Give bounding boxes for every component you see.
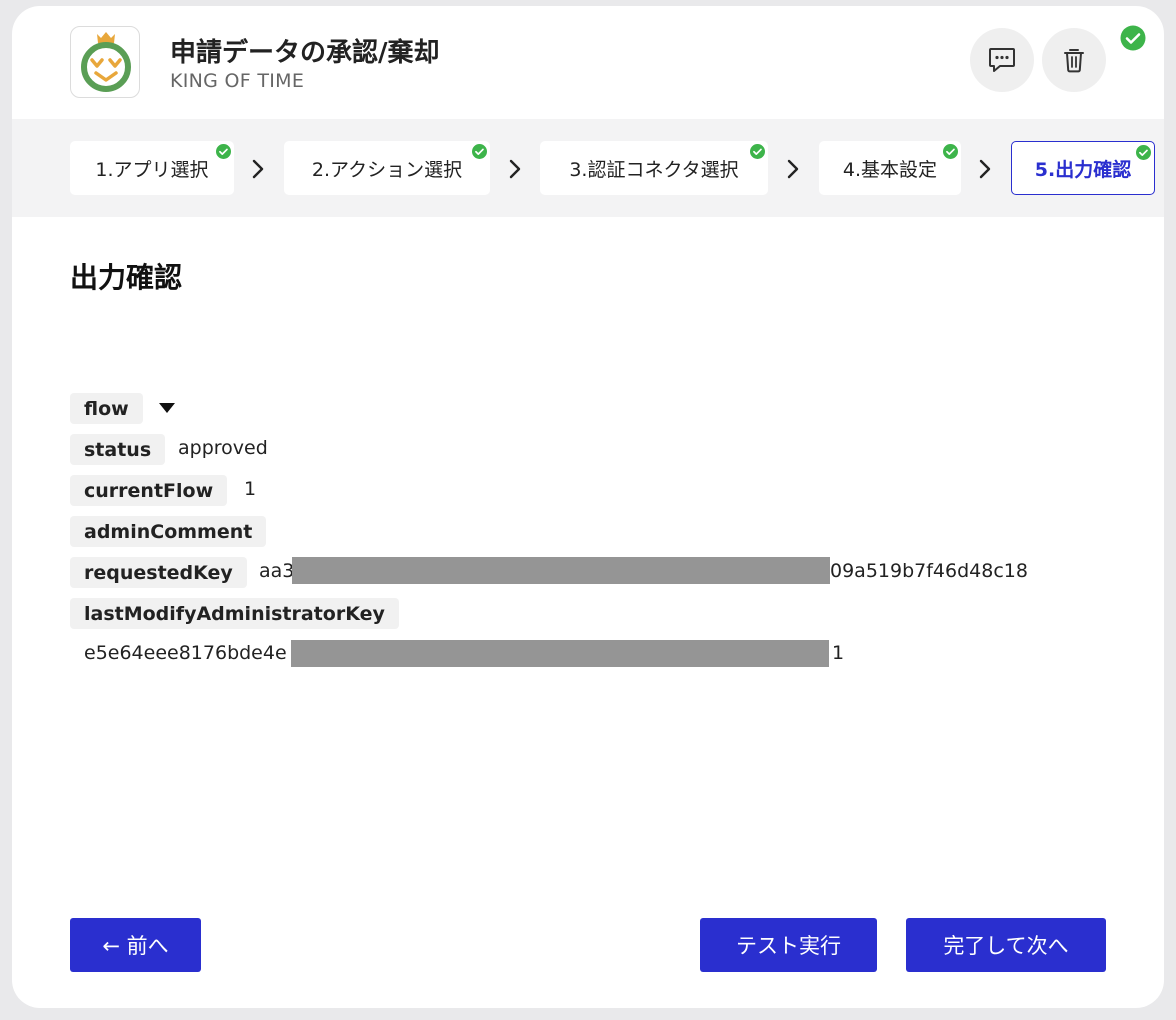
back-button[interactable]: ← 前へ bbox=[70, 918, 201, 972]
chevron-right-icon bbox=[787, 159, 799, 179]
output-value-lastmodifyadministratorkey-start: e5e64eee8176bde4e bbox=[84, 642, 287, 664]
chevron-right-icon bbox=[252, 159, 264, 179]
output-value-requestedkey-start: aa3 bbox=[259, 560, 295, 582]
output-value-requestedkey-end: 09a519b7f46d48c18 bbox=[830, 560, 1028, 582]
comment-icon bbox=[989, 48, 1015, 72]
chevron-right-icon bbox=[509, 159, 521, 179]
step-label: 5.出力確認 bbox=[1034, 158, 1132, 181]
output-key-admincomment: adminComment bbox=[70, 516, 267, 547]
king-of-time-logo-icon bbox=[81, 32, 131, 92]
check-circle-icon bbox=[216, 144, 231, 159]
step-app-select[interactable]: 1.アプリ選択 bbox=[70, 141, 234, 195]
section-title: 出力確認 bbox=[70, 261, 183, 294]
output-value-lastmodifyadministratorkey-end: 1 bbox=[832, 642, 845, 664]
step-label: 4.基本設定 bbox=[842, 158, 938, 181]
redaction-mask bbox=[291, 640, 829, 667]
output-value-status: approved bbox=[178, 437, 268, 459]
step-action-select[interactable]: 2.アクション選択 bbox=[284, 141, 490, 195]
redaction-mask bbox=[292, 557, 830, 584]
step-basic-settings[interactable]: 4.基本設定 bbox=[819, 141, 961, 195]
chevron-right-icon bbox=[979, 159, 991, 179]
step-output-confirm[interactable]: 5.出力確認 bbox=[1011, 141, 1155, 195]
check-circle-icon bbox=[472, 144, 487, 159]
page-title: 申請データの承認/棄却 bbox=[170, 38, 440, 68]
caret-down-icon[interactable] bbox=[158, 402, 176, 414]
output-key-requestedkey: requestedKey bbox=[70, 557, 247, 588]
step-auth-connector-select[interactable]: 3.認証コネクタ選択 bbox=[540, 141, 768, 195]
header: 申請データの承認/棄却 KING OF TIME bbox=[12, 6, 1164, 119]
output-value-currentflow: 1 bbox=[244, 478, 257, 500]
dialog-card: 申請データの承認/棄却 KING OF TIME 1.アプリ選択 2.アクション… bbox=[12, 6, 1164, 1008]
output-key-flow[interactable]: flow bbox=[70, 393, 143, 424]
output-key-lastmodifyadministratorkey: lastModifyAdministratorKey bbox=[70, 598, 399, 629]
check-circle-icon bbox=[943, 144, 958, 159]
app-logo bbox=[70, 26, 140, 98]
delete-button[interactable] bbox=[1042, 28, 1106, 92]
test-run-button[interactable]: テスト実行 bbox=[700, 918, 877, 972]
check-circle-icon bbox=[1136, 145, 1151, 160]
step-label: 2.アクション選択 bbox=[311, 158, 463, 181]
check-circle-icon bbox=[1120, 25, 1146, 51]
output-key-currentflow: currentFlow bbox=[70, 475, 228, 506]
output-key-status: status bbox=[70, 434, 166, 465]
comment-button[interactable] bbox=[970, 28, 1034, 92]
complete-next-button[interactable]: 完了して次へ bbox=[906, 918, 1106, 972]
check-circle-icon bbox=[750, 144, 765, 159]
trash-icon bbox=[1064, 49, 1084, 73]
app-name: KING OF TIME bbox=[170, 70, 305, 92]
step-navigation: 1.アプリ選択 2.アクション選択 3.認証コネクタ選択 4.基本設定 5.出力… bbox=[12, 119, 1164, 217]
step-label: 1.アプリ選択 bbox=[95, 158, 209, 181]
step-label: 3.認証コネクタ選択 bbox=[569, 158, 739, 181]
